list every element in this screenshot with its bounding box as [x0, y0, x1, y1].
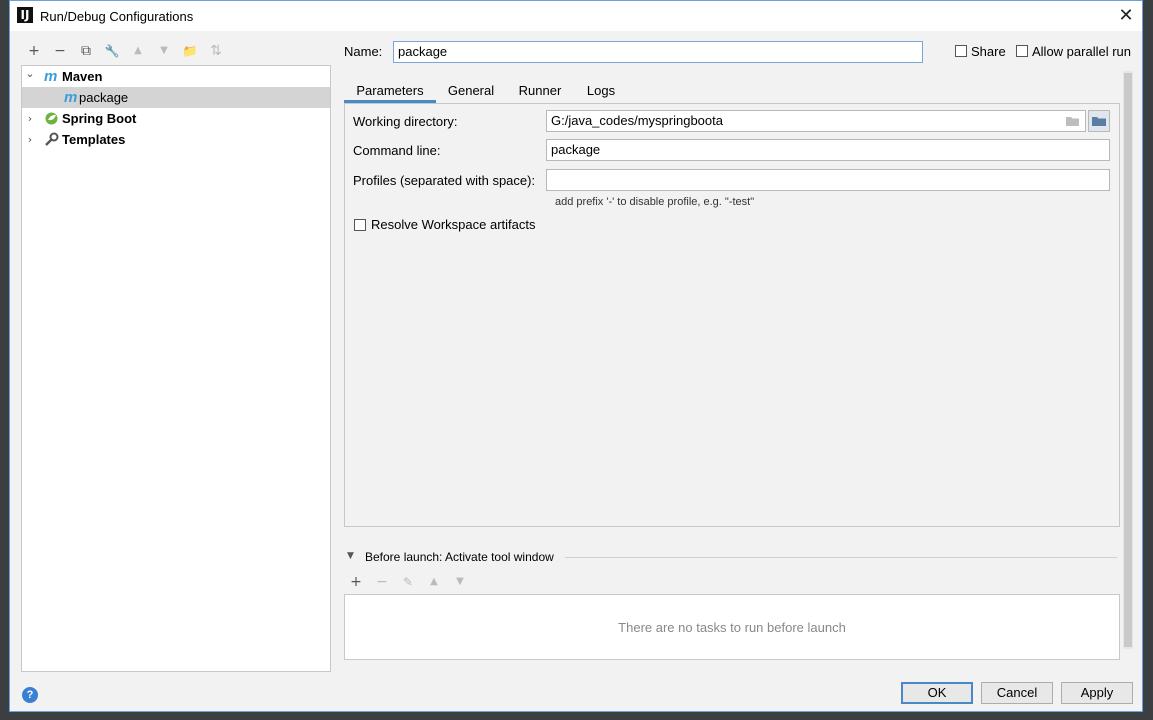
ok-button[interactable]: OK: [901, 682, 973, 704]
macro-folder-button[interactable]: [1088, 110, 1110, 132]
working-directory-input[interactable]: G:/java_codes/myspringboota: [546, 110, 1086, 132]
name-input[interactable]: package: [393, 41, 923, 63]
tree-node-maven[interactable]: ⌄ m Maven: [22, 66, 330, 87]
intellij-icon: IJ: [17, 7, 33, 23]
tree-node-templates[interactable]: › Templates: [22, 129, 330, 150]
apply-button[interactable]: Apply: [1061, 682, 1133, 704]
allow-parallel-label: Allow parallel run: [1032, 44, 1131, 59]
help-icon[interactable]: ?: [22, 687, 38, 703]
tree-node-spring-boot[interactable]: › Spring Boot: [22, 108, 330, 129]
move-up-icon[interactable]: ▲: [424, 572, 444, 592]
command-line-input[interactable]: package: [546, 139, 1110, 161]
cancel-button[interactable]: Cancel: [981, 682, 1053, 704]
configuration-tree: ⌄ m Maven m package › Spring Boot › Temp…: [21, 65, 331, 672]
close-icon[interactable]: ✕: [1116, 6, 1136, 26]
move-down-icon[interactable]: ▼: [450, 572, 470, 592]
tree-node-label: Spring Boot: [62, 111, 137, 126]
scrollbar-thumb[interactable]: [1124, 73, 1132, 647]
separator: [565, 557, 1117, 558]
allow-parallel-checkbox[interactable]: [1016, 45, 1028, 57]
collapse-triangle-icon[interactable]: ▼: [347, 551, 354, 561]
remove-task-icon[interactable]: −: [372, 572, 392, 592]
tree-node-label: package: [79, 90, 129, 105]
chevron-right-icon[interactable]: ›: [24, 108, 36, 129]
remove-icon[interactable]: −: [50, 41, 70, 61]
tree-node-label: Maven: [62, 69, 103, 84]
dialog-title: Run/Debug Configurations: [40, 9, 194, 24]
chevron-right-icon[interactable]: ›: [24, 129, 36, 150]
empty-tasks-text: There are no tasks to run before launch: [618, 619, 846, 635]
before-launch-title[interactable]: Before launch: Activate tool window: [365, 550, 554, 564]
share-checkbox[interactable]: [955, 45, 967, 57]
resolve-workspace-checkbox[interactable]: [354, 219, 366, 231]
resolve-workspace-label: Resolve Workspace artifacts: [371, 217, 536, 232]
profiles-input[interactable]: [546, 169, 1110, 191]
folder-icon[interactable]: [1065, 113, 1081, 129]
maven-icon: m: [64, 89, 78, 106]
spring-boot-icon: [44, 111, 59, 126]
parameters-panel: [344, 103, 1120, 527]
maven-icon: m: [44, 68, 58, 85]
tab-logs[interactable]: Logs: [576, 79, 626, 103]
working-directory-label: Working directory:: [353, 114, 458, 129]
move-up-icon[interactable]: ▲: [128, 41, 148, 61]
run-debug-dialog: IJ Run/Debug Configurations ✕ + − ⧉ 🔧 ▲ …: [9, 0, 1143, 712]
chevron-down-icon[interactable]: ⌄: [24, 63, 36, 84]
move-down-icon[interactable]: ▼: [154, 41, 174, 61]
tab-general[interactable]: General: [440, 79, 502, 103]
tree-node-package[interactable]: m package: [22, 87, 330, 108]
profiles-hint: add prefix '-' to disable profile, e.g. …: [555, 196, 755, 208]
tree-node-label: Templates: [62, 132, 126, 147]
profiles-label: Profiles (separated with space):: [353, 173, 536, 188]
tab-runner[interactable]: Runner: [510, 79, 570, 103]
before-launch-tasks-list[interactable]: There are no tasks to run before launch: [344, 594, 1120, 660]
folder-icon[interactable]: 📁: [180, 41, 200, 61]
edit-task-icon[interactable]: ✎: [398, 572, 418, 592]
sort-icon[interactable]: ⇅: [206, 41, 226, 61]
copy-icon[interactable]: ⧉: [76, 41, 96, 61]
add-task-icon[interactable]: +: [346, 572, 366, 592]
add-icon[interactable]: +: [24, 41, 44, 61]
command-line-label: Command line:: [353, 143, 441, 158]
title-bar: IJ Run/Debug Configurations ✕: [10, 1, 1142, 31]
share-label: Share: [971, 44, 1006, 59]
wrench-icon[interactable]: 🔧: [102, 41, 122, 61]
name-label: Name:: [344, 44, 383, 59]
wrench-icon: [44, 132, 59, 147]
